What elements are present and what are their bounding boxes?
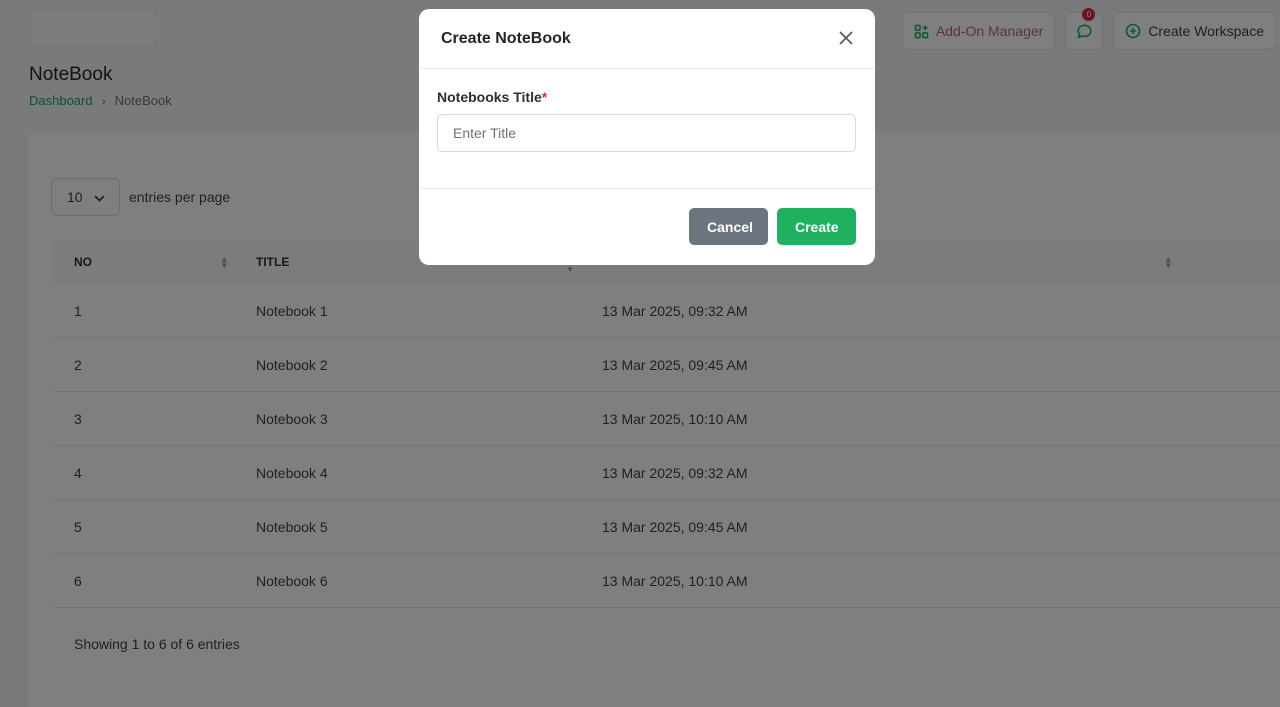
notebook-title-input[interactable]	[437, 114, 856, 152]
modal-footer: Cancel Create	[419, 189, 875, 245]
create-button[interactable]: Create	[777, 208, 856, 245]
create-notebook-modal: Create NoteBook Notebooks Title* Cancel …	[419, 9, 875, 265]
notebook-title-label-text: Notebooks Title	[437, 89, 542, 105]
modal-body: Notebooks Title*	[419, 69, 875, 189]
required-asterisk: *	[541, 89, 548, 105]
close-icon[interactable]	[837, 29, 855, 47]
modal-title: Create NoteBook	[441, 29, 571, 47]
cancel-button[interactable]: Cancel	[689, 208, 768, 245]
notebook-title-label: Notebooks Title*	[437, 89, 857, 105]
modal-header: Create NoteBook	[419, 9, 875, 69]
